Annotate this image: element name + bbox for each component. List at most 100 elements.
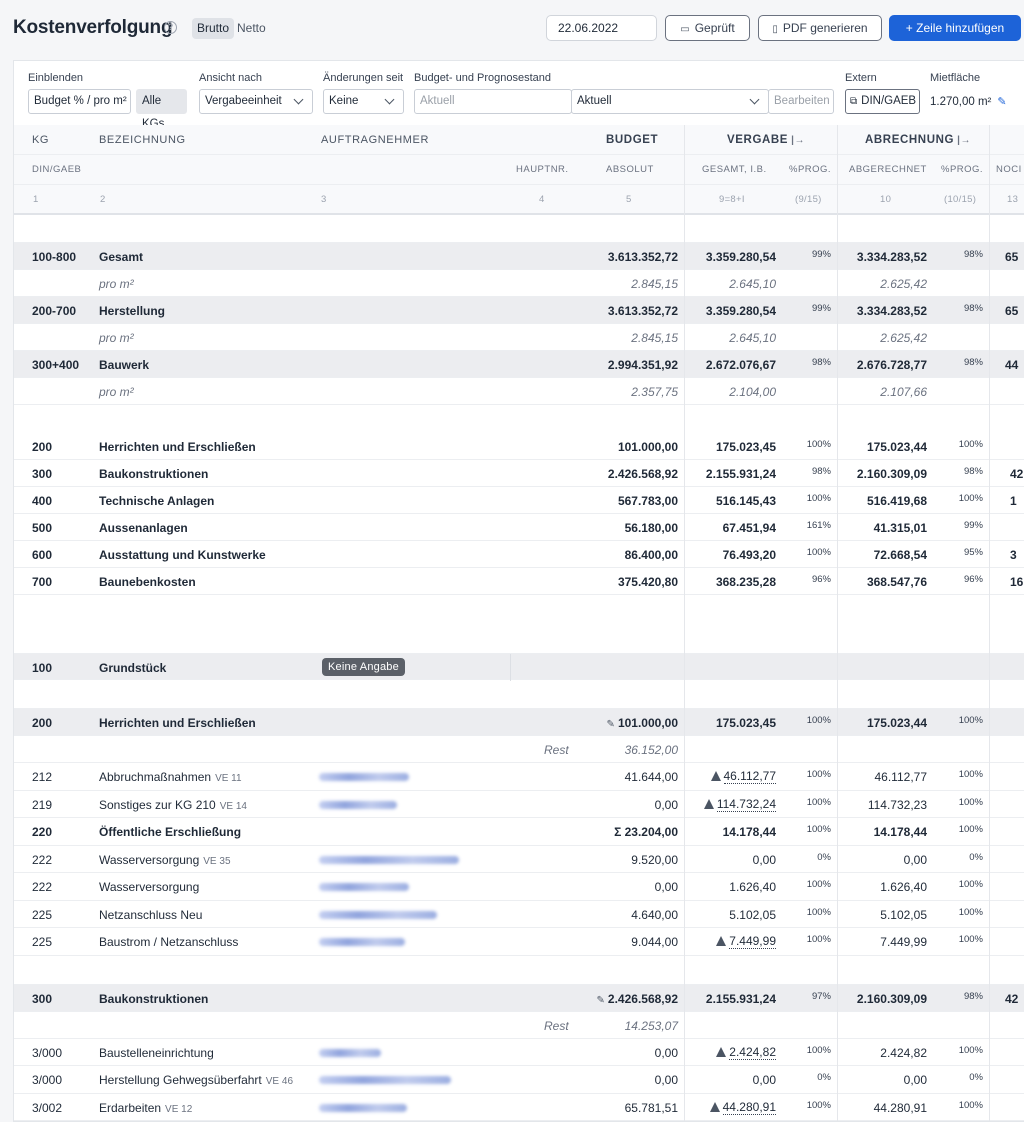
budget-cell: 3.613.352,72 xyxy=(607,304,678,318)
vergabe-cell[interactable]: 2.424,82 xyxy=(716,1044,776,1060)
kg-cell: 600 xyxy=(32,548,53,562)
vergabe-cell[interactable]: 46.112,77 xyxy=(710,769,776,784)
table-row[interactable]: 300 Baukonstruktionen 2.426.568,92 2.155.93… xyxy=(14,460,1024,487)
budget-cell: 101.000,00 xyxy=(617,440,678,454)
abrechnung-cell: 41.315,01 xyxy=(873,521,927,535)
kg-cell: 200-700 xyxy=(32,304,77,318)
vergabe-cell[interactable]: 7.449,99 xyxy=(716,934,776,949)
abrechnung-pct-cell: 98% xyxy=(963,357,983,368)
table-row[interactable]: 3/002 Erdarbeiten VE 12 65.781,51 44.280,91 1… xyxy=(14,1094,1024,1121)
bearbeiten-button[interactable]: Bearbeiten xyxy=(768,89,834,114)
name-value: Wasserversorgung xyxy=(99,880,200,894)
col-kg[interactable]: KG xyxy=(32,125,49,155)
col-abrechnung[interactable]: ABRECHNUNG |→ xyxy=(865,125,971,156)
budget-cell: 2.845,15 xyxy=(631,331,678,345)
col-num-8: 10 xyxy=(880,194,892,205)
table-row[interactable]: 100 Grundstück Keine Angabe xyxy=(14,653,1024,681)
table-row[interactable]: 212 Abbruchmaßnahmen VE 11 41.644,00 46.112,… xyxy=(14,763,1024,791)
table-row[interactable]: 200 Herrichten und Erschließen ✎ 101.000,00… xyxy=(14,709,1024,736)
col-bezeichnung[interactable]: BEZEICHNUNG xyxy=(99,125,186,155)
vergabe-pct-cell: 100% xyxy=(806,906,831,918)
table-row[interactable]: 220 Öffentliche Erschließung Σ 23.204,00 14… xyxy=(14,818,1024,846)
ve-tag: VE 12 xyxy=(165,1103,193,1115)
table-row[interactable]: 225 Netzanschluss Neu 4.640,00 5.102,05 100%… xyxy=(14,901,1024,928)
date-input[interactable]: 22.06.2022 xyxy=(546,15,657,41)
aenderungen-select[interactable]: Keine xyxy=(323,89,404,114)
col-abrechnung-label: ABRECHNUNG xyxy=(865,134,955,146)
expand-arrow-icon[interactable]: |→ xyxy=(957,135,971,146)
edit-pencil-icon[interactable]: ✎ xyxy=(997,96,1006,108)
abrechnung-cell: 2.625,42 xyxy=(880,277,927,291)
vergabe-pct-cell: 99% xyxy=(811,249,831,260)
vergabe-pct-cell: 100% xyxy=(806,715,831,726)
vergabe-pct-cell: 97% xyxy=(811,990,831,1002)
einblenden-select[interactable]: Budget % / pro m² xyxy=(28,89,131,114)
budget-cell: 65.781,51 xyxy=(624,1100,678,1115)
vergabe-cell[interactable]: 114.732,24 xyxy=(703,796,776,812)
table-row[interactable]: 3/000 Herstellung Gehwegsüberfahrt VE 46 0,… xyxy=(14,1066,1024,1094)
din-gaeb-button[interactable]: ⧉ DIN/GAEB xyxy=(845,89,920,114)
table-row[interactable]: 600 Ausstattung und Kunstwerke 86.400,00 76… xyxy=(14,541,1024,568)
expand-arrow-icon[interactable]: |→ xyxy=(791,135,805,146)
table-row[interactable]: 700 Baunebenkosten 375.420,80 368.235,28 96%… xyxy=(14,568,1024,595)
table-row[interactable]: 400 Technische Anlagen 567.783,00 516.145,4… xyxy=(14,487,1024,514)
table-row[interactable]: 200 Herrichten und Erschließen 101.000,00 1… xyxy=(14,433,1024,460)
pin-icon: ✎ xyxy=(596,994,605,1006)
table-row[interactable]: 100-800 Gesamt 3.613.352,72 3.359.280,54… xyxy=(14,243,1024,270)
add-row-button[interactable]: + Zeile hinzufügen xyxy=(889,15,1021,41)
name-cell: Herstellung Gehwegsüberfahrt VE 46 xyxy=(99,1073,293,1087)
help-icon[interactable]: ? xyxy=(164,21,177,34)
name-cell: Baustelleneinrichtung xyxy=(99,1046,214,1060)
abrechnung-pct-cell: 99% xyxy=(963,520,983,531)
kg-cell: 500 xyxy=(32,521,53,535)
budget-cell: 86.400,00 xyxy=(624,548,678,562)
pdf-button[interactable]: ▯ PDF generieren xyxy=(758,15,882,41)
table-row[interactable]: 300 Baukonstruktionen ✎ 2.426.568,92 2.155.9… xyxy=(14,984,1024,1012)
name-cell: Netzanschluss Neu xyxy=(99,908,202,922)
abrechnung-pct-cell: 100% xyxy=(958,769,983,780)
pin-icon: ✎ xyxy=(606,719,615,730)
table-row[interactable]: 222 Wasserversorgung 0,00 1.626,40 100% 1.626… xyxy=(14,873,1024,901)
col-vergabe[interactable]: VERGABE |→ xyxy=(727,125,805,156)
col-budget[interactable]: BUDGET xyxy=(606,125,658,155)
table-row[interactable]: pro m² 2.357,75 2.104,00 2.107,66 xyxy=(14,378,1024,405)
table-row[interactable]: pro m² 2.845,15 2.645,10 2.625,42 xyxy=(14,270,1024,297)
vergabe-cell: 2.672.076,67 xyxy=(705,358,776,372)
col-auftragnehmer[interactable]: AUFTRAGNEHMER xyxy=(321,125,429,155)
table-row[interactable]: 222 Wasserversorgung VE 35 9.520,00 0,00 0% 0,… xyxy=(14,846,1024,873)
vergabe-cell[interactable]: 44.280,91 xyxy=(709,1099,776,1115)
netto-toggle[interactable]: Netto xyxy=(232,18,271,39)
budget-cell: 0,00 xyxy=(654,880,678,894)
vergabe-cell: 3.359.280,54 xyxy=(705,250,776,264)
vergabe-value: 114.732,24 xyxy=(716,796,776,812)
ansicht-select[interactable]: Vergabeeinheit xyxy=(199,89,313,114)
geprueft-button[interactable]: ▭ Geprüft xyxy=(665,15,750,41)
abrechnung-cell: 0,00 xyxy=(903,1073,927,1087)
name-cell: Wasserversorgung xyxy=(99,880,199,894)
name-cell: pro m² xyxy=(99,385,134,399)
rest-label: Rest xyxy=(544,1018,569,1033)
table-row[interactable]: 500 Aussenanlagen 56.180,00 67.451,94 161% 41… xyxy=(14,514,1024,541)
kg-cell: 220 xyxy=(32,825,53,839)
warning-icon xyxy=(716,936,727,946)
table-row[interactable]: 219 Sonstiges zur KG 210 VE 14 0,00 114.732,… xyxy=(14,791,1024,818)
prognose-select[interactable]: Aktuell xyxy=(571,89,769,114)
table-row[interactable]: 200-700 Herstellung 3.613.352,72 3.359.2… xyxy=(14,297,1024,324)
budget-cell: Σ 23.204,00 xyxy=(614,825,678,839)
brutto-toggle[interactable]: Brutto xyxy=(192,18,235,39)
table-row[interactable]: 300+400 Bauwerk 2.994.351,92 2.672.076,6… xyxy=(14,351,1024,378)
table-row[interactable]: 225 Baustrom / Netzanschluss 9.044,00 7.449… xyxy=(14,928,1024,956)
table-row[interactable]: pro m² 2.845,15 2.645,10 2.625,42 xyxy=(14,324,1024,351)
name-cell: Erdarbeiten VE 12 xyxy=(99,1101,192,1115)
warning-icon xyxy=(709,1101,720,1112)
abrechnung-pct-cell: 95% xyxy=(963,547,983,558)
spacer-row xyxy=(14,956,1024,985)
name-cell: Baukonstruktionen xyxy=(99,467,209,481)
alle-kgs-button[interactable]: Alle KGs xyxy=(136,89,187,130)
vergabe-cell: 1.626,40 xyxy=(729,880,776,894)
vergabe-value: 44.280,91 xyxy=(722,1099,776,1115)
table-row[interactable]: 3/000 Baustelleneinrichtung 0,00 2.424,82 10… xyxy=(14,1039,1024,1066)
name-cell: Sonstiges zur KG 210 VE 14 xyxy=(99,798,247,812)
budget-cell: 0,00 xyxy=(654,797,678,812)
budget-stand-input[interactable]: Aktuell xyxy=(414,89,572,114)
